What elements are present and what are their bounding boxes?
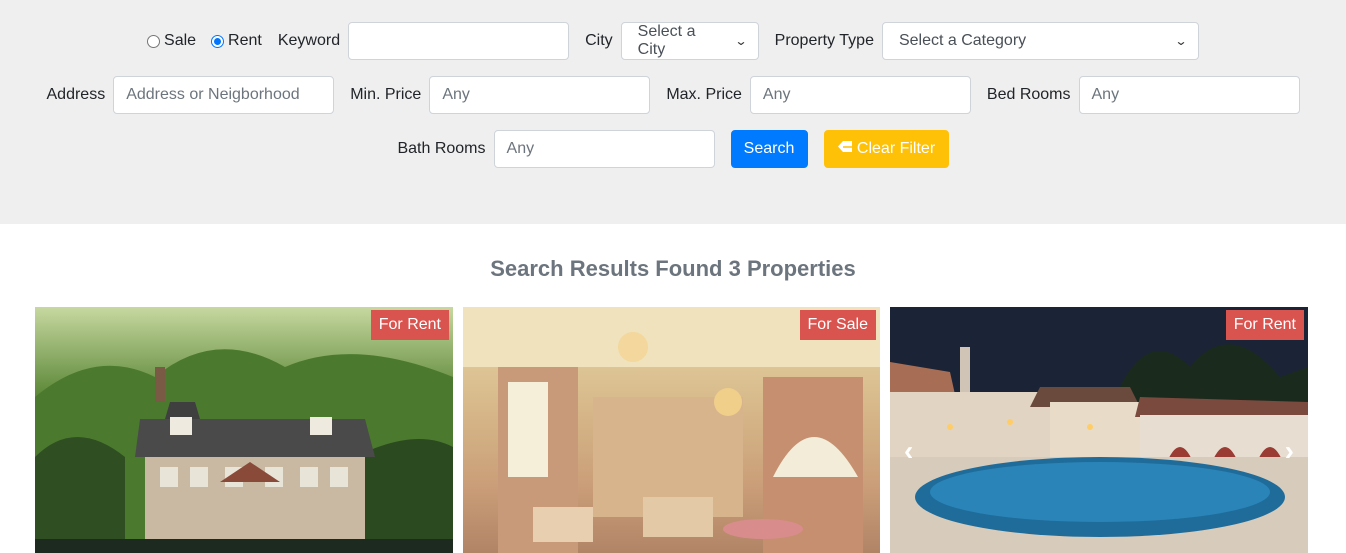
clear-filter-button[interactable]: Clear Filter — [823, 130, 949, 168]
city-label: City — [585, 32, 613, 49]
clear-filter-label: Clear Filter — [856, 140, 936, 157]
bed-rooms-input[interactable]: Any — [1078, 76, 1300, 114]
keyword-input[interactable] — [348, 22, 570, 60]
property-photo-house — [35, 349, 453, 553]
min-price-label: Min. Price — [350, 86, 422, 103]
property-type-select[interactable]: Select a Category ⌄ — [881, 22, 1199, 60]
sale-radio[interactable]: Sale — [147, 32, 196, 50]
bed-rooms-label: Bed Rooms — [986, 86, 1071, 103]
carousel-prev-icon[interactable]: ‹ — [904, 437, 913, 465]
results-title: Search Results Found 3 Properties — [490, 256, 856, 281]
search-filter-panel: Sale Rent Keyword City Select a City ⌄ P… — [0, 0, 1346, 224]
bath-rooms-input[interactable]: Any — [493, 130, 715, 168]
chevron-down-icon: ⌄ — [1174, 34, 1188, 48]
search-button[interactable]: Search — [730, 130, 808, 168]
min-price-input[interactable]: Any — [429, 76, 651, 114]
rent-radio[interactable]: Rent — [211, 32, 262, 50]
city-select[interactable]: Select a City ⌄ — [620, 22, 759, 60]
status-badge: For Sale — [799, 310, 876, 340]
sale-radio-circle[interactable] — [147, 34, 161, 48]
sale-radio-label: Sale — [164, 32, 197, 49]
city-select-value: Select a City — [637, 23, 696, 58]
max-price-input[interactable]: Any — [749, 76, 971, 114]
carousel-next-icon[interactable]: › — [1285, 437, 1294, 465]
eraser-icon — [837, 140, 853, 158]
filter-row-2: Address Address or Neigborhood Min. Pric… — [0, 76, 1346, 114]
bath-rooms-label: Bath Rooms — [397, 140, 486, 157]
rent-radio-label: Rent — [228, 32, 262, 49]
keyword-label: Keyword — [277, 32, 341, 49]
status-badge: For Rent — [1225, 310, 1304, 340]
address-input[interactable]: Address or Neigborhood — [113, 76, 335, 114]
chevron-down-icon: ⌄ — [734, 34, 748, 48]
property-card-1[interactable]: For Rent — [35, 307, 453, 553]
filter-row-3: Bath Rooms Any Search Clear Filter — [0, 130, 1346, 168]
property-card-2[interactable]: For Sale — [463, 307, 880, 553]
property-photo-interior — [463, 307, 880, 553]
property-type-select-value: Select a Category — [898, 32, 1027, 49]
property-card-3[interactable]: For Rent ‹ › — [890, 307, 1308, 553]
property-photo-villa-pool — [890, 307, 1308, 553]
property-type-label: Property Type — [774, 32, 874, 49]
status-badge: For Rent — [370, 310, 449, 340]
address-label: Address — [46, 86, 106, 103]
filter-row-1: Sale Rent Keyword City Select a City ⌄ P… — [0, 22, 1346, 60]
rent-radio-circle[interactable] — [211, 34, 225, 48]
max-price-label: Max. Price — [666, 86, 742, 103]
